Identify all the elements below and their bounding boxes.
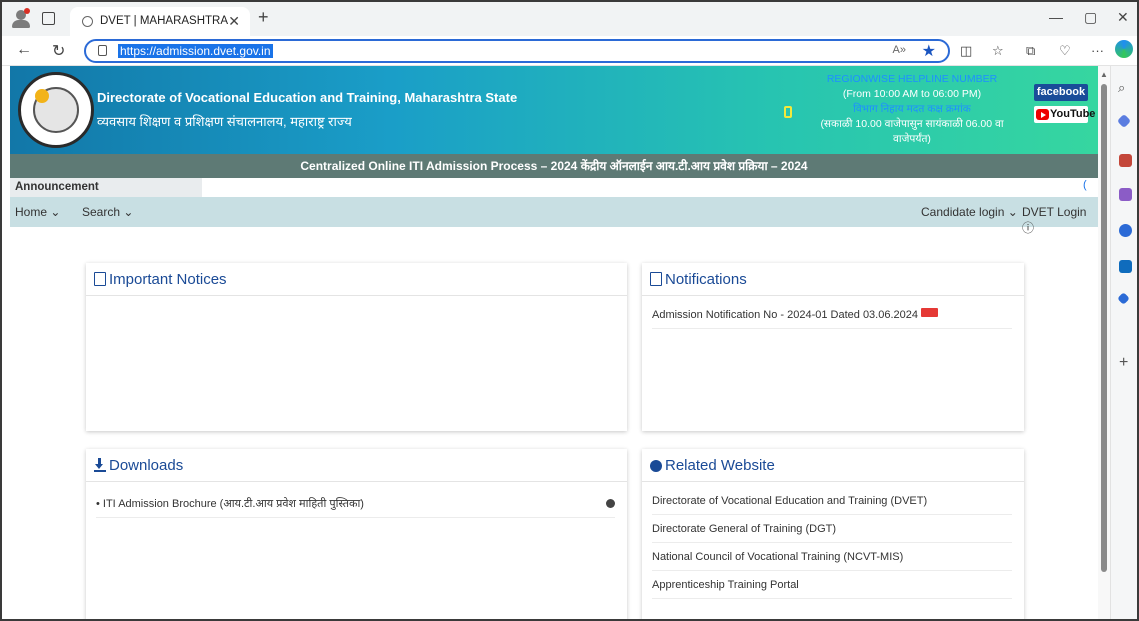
youtube-link[interactable]: YouTube — [1034, 106, 1095, 123]
helpline-title-link[interactable]: REGIONWISE HELPLINE NUMBER — [802, 72, 1022, 87]
close-window-icon[interactable]: ✕ — [1117, 9, 1129, 26]
download-icon — [94, 458, 106, 472]
important-notices-panel: Important Notices — [86, 263, 627, 431]
youtube-play-icon — [1036, 109, 1049, 120]
related-link-item[interactable]: Apprenticeship Training Portal — [652, 571, 1012, 599]
downloads-title: Downloads — [109, 457, 184, 474]
menu-home[interactable]: Home ⌄ — [15, 205, 60, 219]
notification-item[interactable]: Admission Notification No - 2024-01 Date… — [652, 301, 1012, 329]
downloads-header: Downloads — [86, 449, 627, 482]
main-menu: Home ⌄ Search ⌄ Candidate login ⌄ DVET L… — [10, 197, 1098, 235]
org-name-english: Directorate of Vocational Education and … — [97, 90, 518, 105]
menu-dvet-login[interactable]: DVET Login ⓘ — [1022, 205, 1098, 236]
download-item[interactable]: • ITI Admission Brochure (आय.टी.आय प्रवे… — [96, 490, 615, 518]
related-website-header: Related Website — [642, 449, 1024, 482]
download-link[interactable]: • ITI Admission Brochure (आय.टी.आय प्रवे… — [96, 498, 364, 510]
collections-icon[interactable]: ⧉ — [1026, 43, 1035, 59]
announcement-marquee[interactable]: ( — [1083, 179, 1087, 191]
facebook-link[interactable]: facebook — [1034, 84, 1088, 101]
outlook-icon[interactable] — [1119, 260, 1132, 273]
add-sidebar-app-icon[interactable]: + — [1119, 354, 1128, 372]
split-screen-icon[interactable]: ◫ — [960, 43, 972, 59]
document-icon — [650, 272, 662, 286]
notifications-header: Notifications — [642, 263, 1024, 296]
helpline-title-marathi-link[interactable]: विभाग निहाय मदत कक्ष क्रमांक — [802, 102, 1022, 117]
web-page: Directorate of Vocational Education and … — [10, 66, 1098, 619]
address-toolbar: ← ↻ https://admission.dvet.gov.in A» ★ ◫… — [2, 36, 1137, 66]
profile-icon[interactable] — [12, 8, 34, 28]
process-title-bar: Centralized Online ITI Admission Process… — [10, 154, 1098, 178]
address-input[interactable]: https://admission.dvet.gov.in A» ★ — [84, 39, 950, 63]
minimize-icon[interactable]: — — [1049, 9, 1063, 25]
scroll-up-icon[interactable]: ▲ — [1100, 70, 1108, 79]
announcement-bar: Announcement ( — [10, 178, 1098, 197]
related-website-title: Related Website — [665, 457, 775, 474]
related-website-panel: Related Website Directorate of Vocationa… — [642, 449, 1024, 619]
favorites-list-icon[interactable]: ☆ — [992, 43, 1004, 59]
important-notices-title: Important Notices — [109, 271, 227, 288]
send-icon[interactable] — [1117, 292, 1130, 305]
notifications-title: Notifications — [665, 271, 747, 288]
copilot-icon[interactable] — [1115, 40, 1133, 58]
browser-tab[interactable]: DVET | MAHARASHTRA ✕ — [70, 7, 250, 36]
scrollbar-thumb[interactable] — [1101, 84, 1107, 572]
search-icon[interactable]: ⌕ — [1118, 80, 1125, 96]
browser-window: DVET | MAHARASHTRA ✕ + — ▢ ✕ ← ↻ https:/… — [0, 0, 1139, 621]
related-link-item[interactable]: Directorate of Vocational Education and … — [652, 487, 1012, 515]
new-tab-icon[interactable]: + — [258, 7, 269, 28]
tab-strip: DVET | MAHARASHTRA ✕ + — ▢ ✕ — [2, 2, 1137, 36]
site-favicon-icon — [82, 16, 93, 27]
menu-candidate-login[interactable]: Candidate login ⌄ — [921, 205, 1018, 219]
announcement-label: Announcement — [10, 178, 202, 197]
back-icon[interactable]: ← — [16, 41, 32, 59]
browser-essentials-icon[interactable]: ♡ — [1059, 43, 1071, 59]
document-icon — [94, 272, 106, 286]
site-header-banner: Directorate of Vocational Education and … — [10, 66, 1098, 154]
tab-title: DVET | MAHARASHTRA — [100, 15, 229, 27]
tag-icon[interactable] — [1116, 113, 1132, 129]
dvet-logo — [18, 72, 94, 148]
helpline-hours: (From 10:00 AM to 06:00 PM) — [842, 88, 982, 100]
url-text[interactable]: https://admission.dvet.gov.in — [118, 44, 273, 58]
edge-sidebar: ⌕ + — [1110, 66, 1137, 619]
lock-icon[interactable] — [98, 45, 107, 56]
globe-icon — [650, 460, 662, 472]
expand-plus-icon[interactable] — [606, 499, 615, 508]
refresh-icon[interactable]: ↻ — [52, 41, 65, 61]
shopping-bag-icon[interactable] — [1119, 154, 1132, 167]
helpline-block: REGIONWISE HELPLINE NUMBER (From 10:00 A… — [802, 72, 1022, 147]
notification-link[interactable]: Admission Notification No - 2024-01 Date… — [652, 309, 918, 321]
menu-search[interactable]: Search ⌄ — [82, 205, 133, 219]
more-menu-icon[interactable]: ··· — [1091, 43, 1104, 58]
related-link[interactable]: Directorate of Vocational Education and … — [652, 495, 927, 507]
favorite-star-icon[interactable]: ★ — [922, 41, 936, 61]
page-scrollbar[interactable]: ▲ — [1098, 66, 1110, 619]
tab-actions-icon[interactable] — [42, 12, 55, 25]
related-link[interactable]: Apprenticeship Training Portal — [652, 579, 799, 591]
related-link-item[interactable]: National Council of Vocational Training … — [652, 543, 1012, 571]
restore-icon[interactable]: ▢ — [1084, 9, 1097, 26]
read-aloud-icon[interactable]: A» — [893, 44, 906, 56]
related-link-item[interactable]: Directorate General of Training (DGT) — [652, 515, 1012, 543]
downloads-panel: Downloads • ITI Admission Brochure (आय.ट… — [86, 449, 627, 619]
mobile-phone-icon — [784, 106, 792, 118]
notifications-panel: Notifications Admission Notification No … — [642, 263, 1024, 431]
related-link[interactable]: Directorate General of Training (DGT) — [652, 523, 836, 535]
related-link[interactable]: National Council of Vocational Training … — [652, 551, 903, 563]
microsoft-365-icon[interactable] — [1119, 224, 1132, 237]
helpline-hours-marathi: (सकाळी 10.00 वाजेपासुन सायंकाळी 06.00 वा… — [820, 118, 1004, 145]
games-icon[interactable] — [1119, 188, 1132, 201]
new-badge-icon — [921, 308, 938, 317]
close-tab-icon[interactable]: ✕ — [228, 13, 240, 30]
youtube-label: YouTube — [1050, 108, 1096, 120]
important-notices-header: Important Notices — [86, 263, 627, 296]
org-name-marathi: व्यवसाय शिक्षण व प्रशिक्षण संचालनालय, मह… — [97, 114, 352, 129]
